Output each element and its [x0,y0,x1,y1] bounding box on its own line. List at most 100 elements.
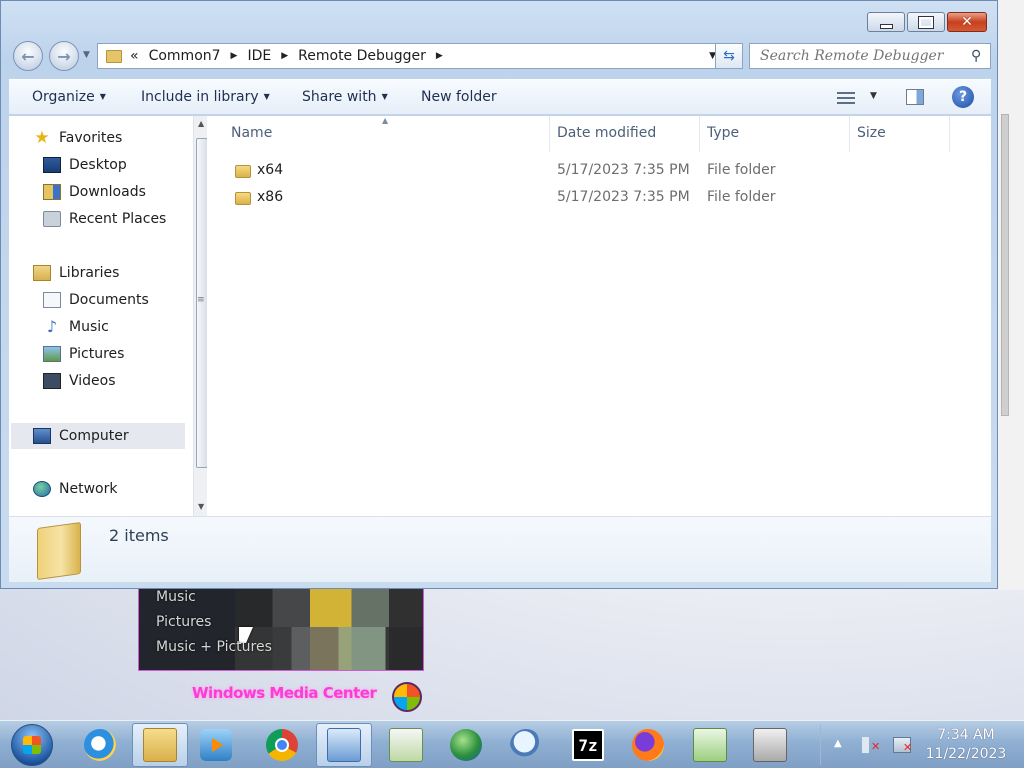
downloads-icon [43,184,61,200]
system-clock[interactable]: 7:34 AM 11/22/2023 [920,726,1012,764]
nav-item-videos[interactable]: Videos [43,373,116,389]
breadcrumb-remote-debugger[interactable]: Remote Debugger [298,48,426,64]
notepad-icon [693,728,727,762]
network-disconnected-icon[interactable] [893,737,912,754]
view-options-chevron-icon[interactable]: ▼ [870,91,877,101]
taskbar-fax[interactable] [742,723,798,767]
column-divider[interactable] [849,116,850,152]
nav-label: Recent Places [69,211,167,227]
media-center-orb-icon[interactable] [392,682,422,712]
pictures-icon [43,346,61,362]
sort-ascending-icon: ▲ [382,116,389,125]
change-view-icon[interactable] [837,89,855,105]
refresh-icon: ⇆ [723,48,735,64]
search-icon[interactable]: ⚲ [971,48,981,64]
scroll-up-icon[interactable]: ▲ [198,119,204,128]
column-header-name[interactable]: Name [231,125,272,141]
back-button[interactable]: ← [13,41,43,71]
media-center-item-pictures[interactable]: Pictures [156,614,211,630]
nav-item-computer[interactable]: Computer [11,423,185,449]
search-input[interactable] [758,47,967,65]
file-type: File folder [707,162,776,178]
nav-item-pictures[interactable]: Pictures [43,346,124,362]
file-list: ▲ Name Date modified Type Size x64 5/17/… [207,116,991,516]
nav-item-desktop[interactable]: Desktop [43,157,127,173]
scroll-down-icon[interactable]: ▼ [198,502,204,511]
refresh-button[interactable]: ⇆ [715,43,743,69]
forward-button[interactable]: → [49,41,79,71]
forward-arrow-icon: → [57,46,71,66]
nav-label: Documents [69,292,149,308]
command-bar: Organize ▼ Include in library ▼ Share with… [9,79,991,115]
share-with-button[interactable]: Share with ▼ [302,89,388,105]
maximize-button[interactable] [907,12,945,32]
libraries-icon [33,265,51,281]
taskbar-task-scheduler[interactable] [378,723,434,767]
media-center-thumbnails [235,589,423,670]
nav-item-documents[interactable]: Documents [43,292,149,308]
file-row-x86[interactable]: x86 5/17/2023 7:35 PM File folder [231,186,791,210]
breadcrumb-chevron-icon[interactable]: ▶ [231,51,238,61]
column-divider[interactable] [699,116,700,152]
breadcrumb-ide[interactable]: IDE [247,48,271,64]
breadcrumb-chevron-icon[interactable]: ▶ [281,51,288,61]
recent-pages-chevron-icon[interactable]: ▼ [83,50,90,60]
taskbar-remote-desktop[interactable] [316,723,372,767]
windows-explorer-icon [143,728,177,762]
nav-item-network[interactable]: Network [33,481,117,497]
nav-label: Desktop [69,157,127,173]
help-icon[interactable]: ? [952,86,974,108]
start-button[interactable] [11,724,53,766]
show-hidden-icons-icon[interactable]: ▲ [834,738,842,749]
file-type: File folder [707,189,776,205]
taskbar-download-manager[interactable] [438,723,494,767]
taskbar-media-player[interactable] [188,723,244,767]
taskbar-firefox[interactable] [620,723,676,767]
nav-item-libraries[interactable]: Libraries [33,265,119,281]
media-center-item-music[interactable]: Music [156,589,196,605]
media-center-item-music-pictures[interactable]: Music + Pictures [156,639,272,655]
documents-icon [43,292,61,308]
taskbar-notepad[interactable] [682,723,738,767]
new-folder-button[interactable]: New folder [421,89,497,105]
column-header-date-modified[interactable]: Date modified [557,125,656,141]
nav-item-music[interactable]: ♪ Music [43,319,109,336]
nav-item-favorites[interactable]: ★ Favorites [33,130,122,147]
back-arrow-icon: ← [21,46,35,66]
breadcrumb-overflow[interactable]: « [130,48,139,64]
preview-pane-icon[interactable] [906,89,924,105]
column-header-type[interactable]: Type [707,125,739,141]
taskbar-chrome[interactable] [254,723,310,767]
taskbar-internet-explorer[interactable] [72,723,128,767]
volume-muted-icon[interactable] [862,737,880,753]
taskbar-magnifier[interactable] [498,723,554,767]
close-button[interactable]: ✕ [947,12,987,32]
breadcrumb-chevron-icon[interactable]: ▶ [436,51,443,61]
nav-label: Computer [59,428,129,444]
desktop-icon [43,157,61,173]
nav-item-downloads[interactable]: Downloads [43,184,146,200]
file-name: x86 [257,189,284,205]
column-header-size[interactable]: Size [857,125,886,141]
magnifier-icon [510,729,542,761]
internet-explorer-icon [84,729,116,761]
organize-button[interactable]: Organize ▼ [32,89,106,105]
taskbar-7zip[interactable]: 7z [560,723,616,767]
nav-item-recent-places[interactable]: Recent Places [43,211,166,227]
videos-icon [43,373,61,389]
share-with-label: Share with [302,89,377,105]
media-center-gadget[interactable]: Music Pictures Music + Pictures [138,588,424,671]
fax-icon [753,728,787,762]
column-divider[interactable] [949,116,950,152]
scrollbar-thumb[interactable] [1001,114,1009,416]
column-divider[interactable] [549,116,550,152]
background-window-scrollbar[interactable] [999,0,1024,590]
breadcrumb-common7[interactable]: Common7 [149,48,221,64]
file-row-x64[interactable]: x64 5/17/2023 7:35 PM File folder [231,159,791,183]
minimize-button[interactable] [867,12,905,32]
nav-label: Pictures [69,346,125,362]
address-bar[interactable]: « Common7 ▶ IDE ▶ Remote Debugger ▶ ▼ [97,43,723,69]
nav-label: Downloads [69,184,146,200]
include-in-library-button[interactable]: Include in library ▼ [141,89,270,105]
taskbar-windows-explorer[interactable] [132,723,188,767]
